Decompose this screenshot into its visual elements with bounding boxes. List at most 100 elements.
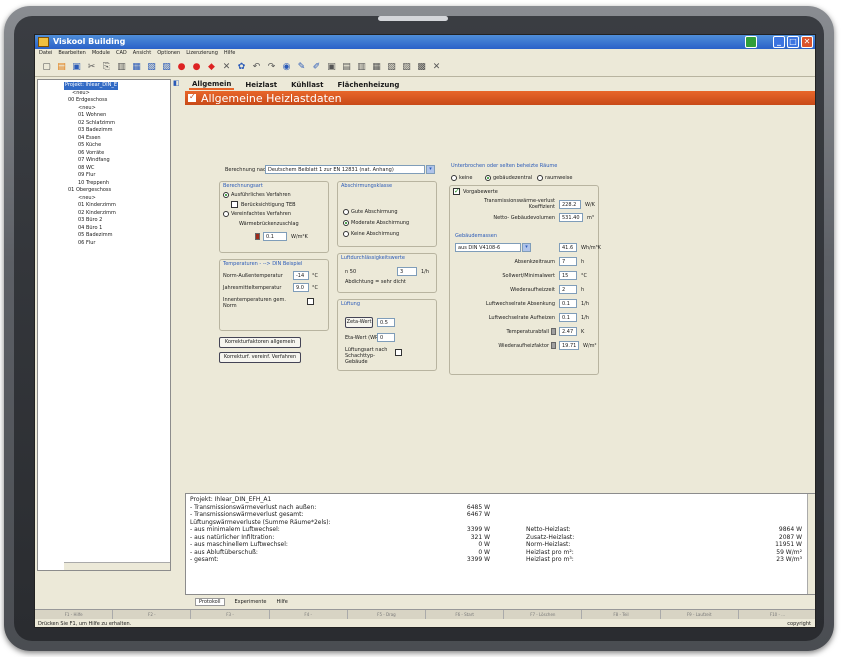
innentemp-checkbox[interactable] — [307, 298, 314, 305]
tree-item[interactable]: 10 Treppenh — [64, 180, 118, 188]
tree-item[interactable]: <neu> — [64, 195, 118, 203]
tree-item-project[interactable]: Projekt: Ihlear_DIN_E — [64, 82, 118, 90]
close-doc-icon[interactable]: ✕ — [431, 62, 442, 73]
fkey-cell[interactable]: F6 - Start — [426, 610, 505, 619]
eta-input[interactable]: 0 — [377, 333, 395, 342]
korrekturfaktoren-button[interactable]: Korrekturfaktoren allgemein — [219, 337, 301, 348]
waermebruecken-input[interactable]: 0.1 — [263, 232, 287, 241]
close-button[interactable]: ✕ — [801, 36, 813, 48]
tree-item[interactable]: 04 Büro 1 — [64, 225, 118, 233]
tab-flaechenheizung[interactable]: Flächenheizung — [334, 81, 402, 89]
radio-vereinfacht[interactable] — [223, 211, 229, 217]
cut-icon[interactable]: ✂ — [86, 62, 97, 73]
tree-item[interactable]: 08 WC — [64, 165, 118, 173]
menu-bearbeiten[interactable]: Bearbeiten — [58, 50, 85, 58]
gebaeudemasse-select[interactable]: aus DIN V4108-6 — [455, 243, 521, 252]
tools-icon[interactable]: ✕ — [221, 62, 232, 73]
zeta-input[interactable]: 0.5 — [377, 318, 395, 327]
room-prop-icon[interactable]: ▩ — [416, 62, 427, 73]
lueftungsart-checkbox[interactable] — [395, 349, 402, 356]
stop-icon[interactable]: ● — [176, 62, 187, 73]
radio-keine-abschirmung[interactable] — [343, 231, 349, 237]
luftwechsel-auf-input[interactable]: 0.1 — [559, 313, 577, 322]
tree-item-floor[interactable]: 00 Erdgeschoss — [64, 97, 118, 105]
absenkzeitraum-input[interactable]: 7 — [559, 257, 577, 266]
norm-aussen-input[interactable]: -14 — [293, 271, 309, 280]
chevron-down-icon[interactable]: ▾ — [522, 243, 531, 252]
open-folder-icon[interactable]: ▤ — [56, 62, 67, 73]
fkey-cell[interactable]: F8 - Teil — [582, 610, 661, 619]
tree-item[interactable]: 06 Flur — [64, 240, 118, 248]
heading-checkbox[interactable] — [188, 92, 196, 102]
tree-item[interactable]: 07 Windfang — [64, 157, 118, 165]
print-preview-icon[interactable]: ▧ — [146, 62, 157, 73]
fkey-cell[interactable]: F5 - Drag — [348, 610, 427, 619]
tree-item[interactable]: 03 Badezimm — [64, 127, 118, 135]
tree-item[interactable]: 06 Vorräte — [64, 150, 118, 158]
room-list-icon[interactable]: ▨ — [401, 62, 412, 73]
export-icon[interactable]: ▨ — [161, 62, 172, 73]
tree-item[interactable]: 05 Küche — [64, 142, 118, 150]
tab-experimente[interactable]: Experimente — [235, 599, 267, 605]
teb-checkbox[interactable] — [231, 201, 238, 208]
tab-allgemein[interactable]: Allgemein — [189, 80, 235, 90]
new-file-icon[interactable]: ▢ — [41, 62, 52, 73]
room-add-icon[interactable]: ▣ — [326, 62, 337, 73]
results-vertical-scrollbar[interactable] — [807, 494, 815, 594]
record-icon[interactable]: ● — [191, 62, 202, 73]
fkey-cell[interactable]: F10 - ... — [739, 610, 815, 619]
transmission-input[interactable]: 228.2 — [559, 200, 581, 209]
menu-optionen[interactable]: Optionen — [157, 50, 180, 58]
vorgabewerte-checkbox[interactable] — [453, 187, 460, 195]
undo-icon[interactable]: ↶ — [251, 62, 262, 73]
menu-ansicht[interactable]: Ansicht — [133, 50, 151, 58]
tab-heizlast[interactable]: Heizlast — [242, 81, 280, 89]
tree-item[interactable]: 01 Kinderzimm — [64, 202, 118, 210]
print-icon[interactable]: ▦ — [131, 62, 142, 73]
berechnung-select[interactable]: Deutschem Beiblatt 1 zur EN 12831 (nat. … — [265, 165, 425, 174]
fkey-cell[interactable]: F4 - — [270, 610, 348, 619]
calculate-icon[interactable]: ◆ — [206, 62, 217, 73]
sollwert-input[interactable]: 15 — [559, 271, 577, 280]
room-move-icon[interactable]: ▦ — [371, 62, 382, 73]
radio-ausfuehrlich[interactable] — [223, 192, 229, 198]
n50-input[interactable]: 3 — [397, 267, 417, 276]
radio-raumweise[interactable] — [537, 175, 543, 181]
globe-icon[interactable]: ◉ — [281, 62, 292, 73]
pencil-icon[interactable]: ✐ — [311, 62, 322, 73]
menu-cad[interactable]: CAD — [116, 50, 127, 58]
radio-gebaeudezentral[interactable] — [485, 175, 491, 181]
fkey-cell[interactable]: F2 - — [113, 610, 192, 619]
fkey-cell[interactable]: F7 - Löschen — [504, 610, 583, 619]
radio-keine[interactable] — [451, 175, 457, 181]
redo-icon[interactable]: ↷ — [266, 62, 277, 73]
tree-item[interactable]: 09 Flur — [64, 172, 118, 180]
luftwechsel-absenk-input[interactable]: 0.1 — [559, 299, 577, 308]
tree-item[interactable]: 05 Badezimm — [64, 232, 118, 240]
room-delete-icon[interactable]: ▧ — [386, 62, 397, 73]
radio-gute[interactable] — [343, 209, 349, 215]
gebaeudemasse-num[interactable]: 41.6 — [559, 243, 577, 252]
tree-item-floor[interactable]: 01 Obergeschoss — [64, 187, 118, 195]
settings-icon[interactable]: ✿ — [236, 62, 247, 73]
tree-item[interactable]: 01 Wohnen — [64, 112, 118, 120]
tree-item[interactable]: <neu> — [64, 90, 118, 98]
menu-module[interactable]: Module — [92, 50, 110, 58]
tab-hilfe[interactable]: Hilfe — [276, 599, 287, 605]
room-edit-icon[interactable]: ▥ — [356, 62, 367, 73]
fkey-cell[interactable]: F9 - Laufzeit — [661, 610, 739, 619]
minimize-button[interactable]: _ — [773, 36, 785, 48]
menu-datei[interactable]: Datei — [39, 50, 52, 58]
tree-item[interactable]: 04 Essen — [64, 135, 118, 143]
menu-lizenzierung[interactable]: Lizenzierung — [186, 50, 218, 58]
zeta-button[interactable]: Zeta-Wert — [345, 317, 373, 328]
tree-item[interactable]: <neu> — [64, 105, 118, 113]
chevron-down-icon[interactable]: ▾ — [426, 165, 435, 174]
tree-horizontal-scrollbar[interactable] — [64, 562, 170, 570]
wiederaufheizzeit-input[interactable]: 2 — [559, 285, 577, 294]
tree-item[interactable]: 02 Kinderzimm — [64, 210, 118, 218]
fkey-cell[interactable]: F3 - — [191, 610, 270, 619]
maximize-button[interactable]: □ — [787, 36, 799, 48]
save-icon[interactable]: ▣ — [71, 62, 82, 73]
tab-kuehllast[interactable]: Kühllast — [288, 81, 326, 89]
